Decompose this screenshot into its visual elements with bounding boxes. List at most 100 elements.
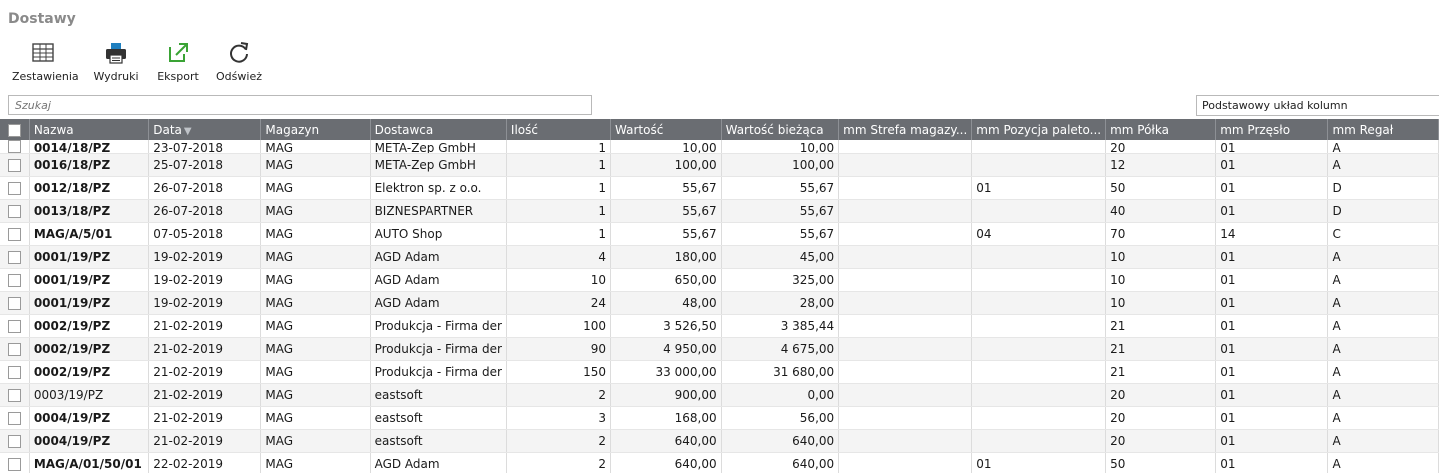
page-title: Dostawy <box>8 11 76 27</box>
cell-polka: 21 <box>1105 314 1217 338</box>
cell-przeslo: 01 <box>1215 314 1329 338</box>
cell-wartosc-biezaca: 56,00 <box>721 406 840 430</box>
cell-przeslo: 14 <box>1215 222 1329 246</box>
row-checkbox[interactable] <box>0 406 30 430</box>
table-row[interactable]: MAG/A/01/50/01 22-02-2019 MAG AGD Adam 2 640,… <box>0 452 1439 473</box>
cell-magazyn: MAG <box>260 452 371 473</box>
col-header-ilosc[interactable]: Ilość <box>506 119 612 140</box>
cell-ilosc: 4 <box>506 245 612 269</box>
table-row[interactable]: 0001/19/PZ 19-02-2019 MAG AGD Adam 4 180,00 45… <box>0 245 1439 269</box>
cell-wartosc-biezaca: 3 385,44 <box>721 314 840 338</box>
col-header-wartosc-biezaca[interactable]: Wartość bieżąca <box>721 119 840 140</box>
col-header-dostawca[interactable]: Dostawca <box>370 119 507 140</box>
cell-regal: A <box>1327 337 1439 361</box>
cell-strefa <box>838 406 973 430</box>
table-row[interactable]: 0014/18/PZ 23-07-2018 MAG META-Zep GmbH 1 10,… <box>0 140 1439 154</box>
export-button[interactable]: Eksport <box>154 40 202 88</box>
cell-wartosc: 3 526,50 <box>610 314 722 338</box>
table-row[interactable]: 0004/19/PZ 21-02-2019 MAG eastsoft 2 640,00 64… <box>0 429 1439 453</box>
row-checkbox[interactable] <box>0 222 30 246</box>
cell-przeslo: 01 <box>1215 245 1329 269</box>
cell-polka: 20 <box>1105 140 1217 154</box>
cell-data: 19-02-2019 <box>148 245 262 269</box>
column-layout-select[interactable]: Podstawowy układ kolumn <box>1196 95 1439 116</box>
cell-magazyn: MAG <box>260 245 371 269</box>
col-header-data-label: Data <box>153 122 182 137</box>
table-row[interactable]: MAG/A/5/01 07-05-2018 MAG AUTO Shop 1 55,67 55… <box>0 222 1439 246</box>
row-checkbox[interactable] <box>0 268 30 292</box>
cell-data: 21-02-2019 <box>148 429 262 453</box>
printer-icon <box>106 43 126 64</box>
table-row[interactable]: 0002/19/PZ 21-02-2019 MAG Produkcja - Firma… <box>0 360 1439 384</box>
table-row[interactable]: 0004/19/PZ 21-02-2019 MAG eastsoft 3 168,00 56… <box>0 406 1439 430</box>
col-header-strefa[interactable]: mm Strefa magazy... <box>838 119 973 140</box>
cell-strefa <box>838 140 973 154</box>
col-header-data[interactable]: Data ▼ <box>148 119 262 140</box>
cell-ilosc: 2 <box>506 383 612 407</box>
row-checkbox[interactable] <box>0 452 30 473</box>
prints-button[interactable]: Wydruki <box>91 40 141 88</box>
cell-dostawca: BIZNESPARTNER <box>370 199 507 223</box>
row-checkbox[interactable] <box>0 314 30 338</box>
cell-pozycja <box>971 337 1107 361</box>
table-row[interactable]: 0003/19/PZ 21-02-2019 MAG eastsoft 2 900,00 0,… <box>0 383 1439 407</box>
cell-ilosc: 24 <box>506 291 612 315</box>
row-checkbox[interactable] <box>0 360 30 384</box>
cell-pozycja: 01 <box>971 452 1107 473</box>
cell-wartosc: 10,00 <box>610 140 722 154</box>
filter-icon[interactable]: ▼ <box>184 126 192 137</box>
select-all-checkbox[interactable] <box>0 119 30 140</box>
cell-wartosc: 168,00 <box>610 406 722 430</box>
cell-magazyn: MAG <box>260 337 371 361</box>
table-row[interactable]: 0001/19/PZ 19-02-2019 MAG AGD Adam 24 48,00 28… <box>0 291 1439 315</box>
col-header-przeslo[interactable]: mm Przęsło <box>1215 119 1329 140</box>
cell-regal: A <box>1327 452 1439 473</box>
cell-przeslo: 01 <box>1215 383 1329 407</box>
row-checkbox[interactable] <box>0 199 30 223</box>
col-header-polka[interactable]: mm Półka <box>1105 119 1217 140</box>
row-checkbox[interactable] <box>0 140 30 154</box>
cell-data: 21-02-2019 <box>148 383 262 407</box>
cell-przeslo: 01 <box>1215 176 1329 200</box>
row-checkbox[interactable] <box>0 176 30 200</box>
col-header-wartosc[interactable]: Wartość <box>610 119 722 140</box>
row-checkbox[interactable] <box>0 291 30 315</box>
cell-dostawca: AGD Adam <box>370 452 507 473</box>
col-header-magazyn[interactable]: Magazyn <box>260 119 371 140</box>
cell-pozycja <box>971 199 1107 223</box>
cell-dostawca: AGD Adam <box>370 268 507 292</box>
col-header-regal[interactable]: mm Regał <box>1327 119 1439 140</box>
cell-strefa <box>838 176 973 200</box>
row-checkbox[interactable] <box>0 245 30 269</box>
table-row[interactable]: 0002/19/PZ 21-02-2019 MAG Produkcja - Firma… <box>0 337 1439 361</box>
cell-wartosc: 180,00 <box>610 245 722 269</box>
table-grid-icon <box>32 43 54 62</box>
table-row[interactable]: 0001/19/PZ 19-02-2019 MAG AGD Adam 10 650,00 3… <box>0 268 1439 292</box>
col-header-pozycja[interactable]: mm Pozycja paleto... <box>971 119 1107 140</box>
cell-polka: 50 <box>1105 452 1217 473</box>
cell-polka: 20 <box>1105 383 1217 407</box>
table-row[interactable]: 0016/18/PZ 25-07-2018 MAG META-Zep GmbH 1 100… <box>0 153 1439 177</box>
cell-nazwa: 0014/18/PZ <box>29 140 150 154</box>
cell-przeslo: 01 <box>1215 360 1329 384</box>
col-header-nazwa[interactable]: Nazwa <box>29 119 150 140</box>
row-checkbox[interactable] <box>0 383 30 407</box>
cell-pozycja <box>971 153 1107 177</box>
table-row[interactable]: 0002/19/PZ 21-02-2019 MAG Produkcja - Firma… <box>0 314 1439 338</box>
row-checkbox[interactable] <box>0 337 30 361</box>
cell-magazyn: MAG <box>260 140 371 154</box>
cell-data: 26-07-2018 <box>148 176 262 200</box>
row-checkbox[interactable] <box>0 153 30 177</box>
cell-strefa <box>838 314 973 338</box>
cell-dostawca: eastsoft <box>370 406 507 430</box>
cell-nazwa: 0001/19/PZ <box>29 268 150 292</box>
table-row[interactable]: 0012/18/PZ 26-07-2018 MAG Elektron sp. z o.… <box>0 176 1439 200</box>
cell-dostawca: Produkcja - Firma der <box>370 360 507 384</box>
row-checkbox[interactable] <box>0 429 30 453</box>
cell-regal: A <box>1327 291 1439 315</box>
search-input[interactable] <box>8 95 592 115</box>
refresh-button[interactable]: Odśwież <box>214 40 264 88</box>
cell-wartosc-biezaca: 325,00 <box>721 268 840 292</box>
reports-button[interactable]: Zestawienia <box>12 40 79 88</box>
table-row[interactable]: 0013/18/PZ 26-07-2018 MAG BIZNESPARTNER 1 55,… <box>0 199 1439 223</box>
